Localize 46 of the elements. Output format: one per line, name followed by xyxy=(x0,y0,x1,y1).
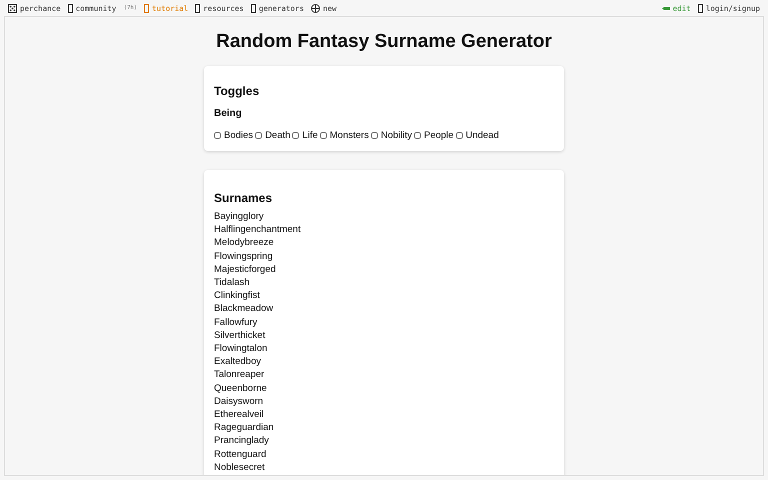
dice-icon xyxy=(8,4,17,12)
checkbox-label: Life xyxy=(302,130,318,141)
checkbox-label: Undead xyxy=(466,130,499,141)
surname-text: Noblesecret xyxy=(214,460,266,474)
page-title: Random Fantasy Surname Generator xyxy=(216,31,552,53)
card-heading: Surnames xyxy=(214,191,274,205)
checkbox-label: Monsters xyxy=(330,130,369,141)
surname-text: Daisysworn xyxy=(214,394,264,408)
checkbox-label: Bodies xyxy=(224,130,254,141)
checkbox[interactable] xyxy=(214,132,221,139)
checkbox[interactable] xyxy=(456,132,463,139)
surname-text: Silverthicket xyxy=(214,328,266,342)
surname-text: Bayingglory xyxy=(214,210,265,224)
surname-text: Melodybreeze xyxy=(214,236,275,250)
checkbox-label: People xyxy=(424,130,454,141)
surname-text: Talonreaper xyxy=(214,368,266,382)
checkbox-label: Nobility xyxy=(380,130,412,141)
surname-text: Blackmeadow xyxy=(214,302,274,316)
box-icon xyxy=(144,4,150,12)
checkbox[interactable] xyxy=(292,132,300,139)
surname-text: Rageguardian xyxy=(214,421,275,434)
surname-text: Fallowfury xyxy=(214,316,258,329)
checkbox[interactable] xyxy=(414,132,421,139)
surname-text: Tidalash xyxy=(214,276,251,290)
surname-text: Exaltedboy xyxy=(214,355,262,368)
pencil-icon xyxy=(662,6,670,10)
surname-text: Rottenguard xyxy=(214,448,268,461)
checkbox[interactable] xyxy=(255,132,262,139)
surname-text: Flowingspring xyxy=(214,250,274,263)
surname-text: Flowingtalon xyxy=(214,342,268,356)
group-heading: Being xyxy=(214,108,243,119)
card-heading: Toggles xyxy=(214,84,260,98)
box-icon xyxy=(195,4,200,12)
box-icon xyxy=(698,4,703,12)
checkbox[interactable] xyxy=(370,132,378,139)
surname-text: Halflingenchantment xyxy=(214,223,302,236)
box-icon xyxy=(250,4,256,12)
checkbox[interactable] xyxy=(320,132,327,139)
globe-icon xyxy=(310,4,320,12)
box-icon xyxy=(68,4,73,12)
surname-text: Queenborne xyxy=(214,382,268,395)
checkbox-label: Death xyxy=(265,130,290,141)
surname-text: Majesticforged xyxy=(214,262,277,276)
surname-text: Clinkingfist xyxy=(214,289,261,302)
surname-text: Prancinglady xyxy=(214,434,270,448)
surname-text: Etherealveil xyxy=(214,408,265,422)
